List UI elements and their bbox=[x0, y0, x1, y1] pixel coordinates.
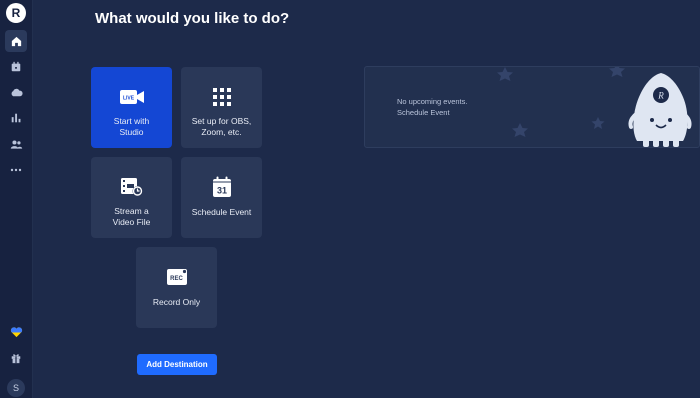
heart-icon bbox=[10, 327, 22, 338]
calendar-day-text: 31 bbox=[216, 186, 226, 196]
stream-video-file-tile[interactable]: Stream a Video File bbox=[91, 157, 172, 238]
home-icon bbox=[11, 36, 21, 46]
rec-icon: REC bbox=[166, 269, 187, 285]
record-only-tile[interactable]: REC Record Only bbox=[136, 247, 217, 328]
sidebar: R S bbox=[0, 0, 33, 398]
svg-text:R: R bbox=[657, 91, 664, 101]
upcoming-events-panel: No upcoming events. Schedule Event R bbox=[364, 66, 700, 148]
start-with-studio-tile[interactable]: LIVE Start with Studio bbox=[91, 67, 172, 148]
tile-label: Record Only bbox=[152, 297, 201, 307]
live-badge-text: LIVE bbox=[122, 96, 134, 102]
more-icon bbox=[10, 168, 22, 172]
cloud-icon bbox=[11, 88, 23, 96]
sidebar-item-events[interactable] bbox=[5, 56, 27, 78]
mascot-illustration: R bbox=[628, 73, 692, 147]
setup-obs-zoom-tile[interactable]: Set up for OBS, Zoom, etc. bbox=[181, 67, 262, 148]
sidebar-item-storage[interactable] bbox=[5, 81, 27, 103]
calendar-icon bbox=[11, 61, 21, 72]
tile-label: Start with Studio bbox=[113, 116, 150, 137]
tile-label: Set up for OBS, Zoom, etc. bbox=[191, 116, 252, 137]
gift-icon bbox=[11, 354, 21, 364]
user-avatar[interactable]: S bbox=[7, 379, 25, 397]
grid-icon bbox=[212, 88, 231, 106]
sidebar-item-analytics[interactable] bbox=[5, 107, 27, 129]
analytics-icon bbox=[11, 113, 21, 123]
tile-label: Stream a Video File bbox=[112, 206, 151, 227]
sidebar-item-home[interactable] bbox=[5, 30, 27, 52]
video-file-icon bbox=[120, 178, 142, 196]
sidebar-item-gift[interactable] bbox=[5, 347, 27, 369]
live-camera-icon: LIVE bbox=[119, 90, 144, 104]
page-title: What would you like to do? bbox=[95, 10, 290, 27]
tile-label: Schedule Event bbox=[191, 207, 252, 217]
sidebar-item-support-ukraine[interactable] bbox=[5, 321, 27, 343]
sidebar-item-team[interactable] bbox=[5, 133, 27, 155]
restream-logo[interactable]: R bbox=[6, 3, 26, 23]
add-destination-button[interactable]: Add Destination bbox=[137, 354, 217, 375]
team-icon bbox=[10, 139, 22, 149]
schedule-event-tile[interactable]: 31 Schedule Event bbox=[181, 157, 262, 238]
calendar-31-icon: 31 bbox=[212, 176, 231, 197]
rec-badge-text: REC bbox=[170, 276, 183, 282]
sidebar-item-more[interactable] bbox=[5, 159, 27, 181]
